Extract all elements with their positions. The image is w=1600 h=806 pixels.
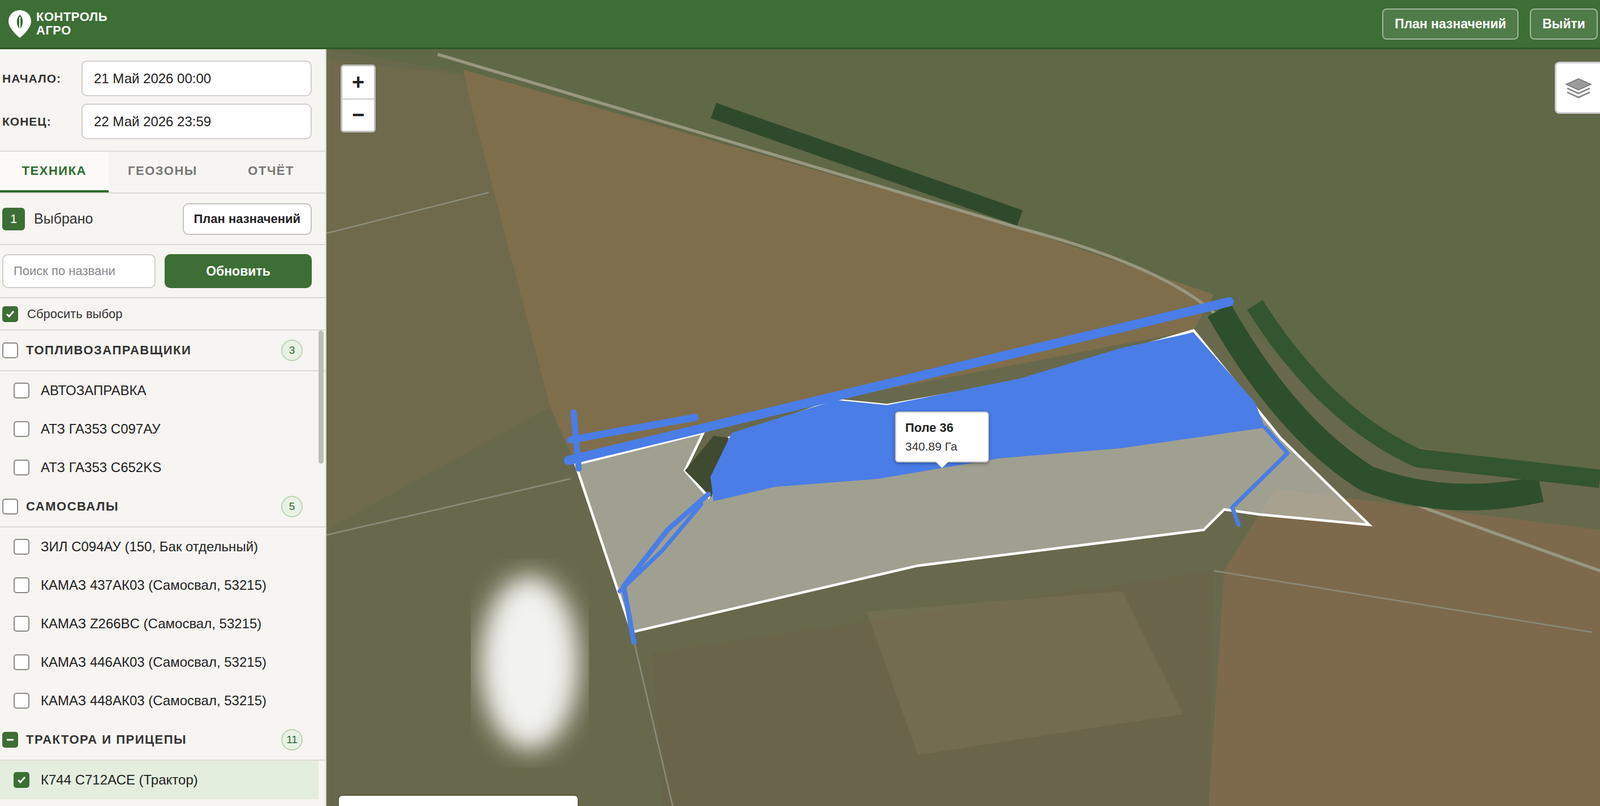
- group-count: 5: [281, 495, 303, 518]
- map[interactable]: +− Поле 36 340.89 Га: [326, 49, 1600, 806]
- group-name: ТОПЛИВОЗАПРАВЩИКИ: [26, 342, 192, 358]
- group-header[interactable]: ТРАКТОРА И ПРИЦЕПЫ 11: [0, 719, 326, 761]
- tooltip-area: 340.89 Га: [905, 439, 979, 454]
- vehicle-name: КАМАЗ Z266BC (Самосвал, 53215): [40, 615, 262, 632]
- group-count: 11: [281, 728, 303, 751]
- group-name: ТРАКТОРА И ПРИЦЕПЫ: [26, 732, 187, 747]
- logo-text: КОНТРОЛЬАГРО: [36, 10, 108, 38]
- tabs: ТЕХНИКАГЕОЗОНЫОТЧЁТ: [0, 150, 326, 194]
- vehicle-checkbox[interactable]: [13, 420, 30, 437]
- check-icon: [4, 308, 16, 320]
- selected-count: 1: [2, 207, 25, 231]
- vehicle-checkbox[interactable]: [13, 654, 30, 670]
- vehicle-checkbox[interactable]: [13, 692, 30, 709]
- reset-checkbox[interactable]: [2, 306, 19, 322]
- group-header[interactable]: ТОПЛИВОЗАПРАВЩИКИ 3: [0, 330, 326, 372]
- vehicle-checkbox[interactable]: [13, 382, 30, 399]
- vehicle-checkbox[interactable]: [13, 615, 30, 632]
- logo-icon: [5, 7, 34, 40]
- date-label: НАЧАЛО:: [2, 71, 82, 86]
- refresh-button[interactable]: Обновить: [164, 254, 312, 288]
- field-tooltip: Поле 36 340.89 Га: [895, 411, 989, 463]
- scrollbar-thumb[interactable]: [318, 330, 324, 464]
- header-button[interactable]: Выйти: [1529, 8, 1598, 40]
- tab[interactable]: ОТЧЁТ: [216, 151, 326, 193]
- date-row: КОНЕЦ:22 Май 2026 23:59: [2, 103, 312, 140]
- zoom-button[interactable]: −: [342, 98, 374, 131]
- date-row: НАЧАЛО:21 Май 2026 00:00: [2, 60, 312, 97]
- tooltip-title: Поле 36: [905, 420, 979, 436]
- app: КОНТРОЛЬАГРОПлан назначенийВыйтиНАЧАЛО:2…: [0, 0, 1600, 806]
- vehicle-checkbox[interactable]: [13, 577, 30, 593]
- date-label: КОНЕЦ:: [2, 114, 82, 129]
- group-checkbox[interactable]: [2, 731, 19, 748]
- vehicle-item[interactable]: АТЗ ГА353 С652KS: [0, 448, 319, 487]
- vehicle-name: АТЗ ГА353 С097АУ: [40, 420, 161, 437]
- tab[interactable]: ГЕОЗОНЫ: [108, 151, 218, 193]
- tab[interactable]: ТЕХНИКА: [0, 151, 109, 193]
- vehicle-item[interactable]: К744 С712АСЕ (Трактор): [0, 760, 319, 799]
- group-name: САМОСВАЛЫ: [26, 499, 119, 514]
- sidebar: НАЧАЛО:21 Май 2026 00:00 КОНЕЦ:22 Май 202…: [0, 49, 327, 806]
- vehicle-group: ТРАКТОРА И ПРИЦЕПЫ 11 К744 С712АСЕ (Тракто…: [0, 719, 326, 799]
- vehicle-name: ЗИЛ С094АУ (150, Бак отдельный): [40, 538, 258, 555]
- dash-icon: [4, 733, 16, 746]
- vehicle-item[interactable]: АВТОЗАПРАВКА: [0, 371, 319, 410]
- vehicle-checkbox[interactable]: [13, 459, 30, 476]
- layers-icon: [1563, 72, 1594, 103]
- zoom-button[interactable]: +: [342, 66, 374, 99]
- date-field[interactable]: 22 Май 2026 23:59: [81, 103, 312, 140]
- main: НАЧАЛО:21 Май 2026 00:00 КОНЕЦ:22 Май 202…: [0, 49, 1600, 806]
- date-field[interactable]: 21 Май 2026 00:00: [81, 60, 312, 97]
- layers-button[interactable]: [1554, 61, 1600, 114]
- vehicle-item[interactable]: АТЗ ГА353 С097АУ: [0, 409, 319, 449]
- vehicle-list: ТОПЛИВОЗАПРАВЩИКИ 3 АВТОЗАПРАВКА АТЗ ГА353 …: [0, 330, 326, 806]
- vehicle-item[interactable]: КАМАЗ Z266BC (Самосвал, 53215): [0, 604, 319, 643]
- group-checkbox[interactable]: [2, 498, 19, 515]
- group-count: 3: [281, 339, 303, 361]
- zoom-control: +−: [340, 64, 376, 133]
- vehicle-name: КАМАЗ 446АК03 (Самосвал, 53215): [40, 654, 267, 670]
- bottom-panel: [338, 795, 578, 806]
- logo[interactable]: КОНТРОЛЬАГРО: [5, 7, 108, 40]
- vehicle-name: КАМАЗ 437АК03 (Самосвал, 53215): [40, 577, 267, 593]
- plan-button[interactable]: План назначений: [182, 203, 312, 235]
- vehicle-item[interactable]: ЗИЛ С094АУ (150, Бак отдельный): [0, 527, 319, 566]
- search-input[interactable]: [2, 254, 156, 288]
- logo-line: КОНТРОЛЬ: [36, 10, 108, 24]
- group-header[interactable]: САМОСВАЛЫ 5: [0, 486, 326, 528]
- vehicle-name: АТЗ ГА353 С652KS: [40, 459, 162, 476]
- vehicle-name: КАМАЗ 448АК03 (Самосвал, 53215): [40, 692, 267, 709]
- reset-row[interactable]: Сбросить выбор: [0, 298, 326, 331]
- vehicle-item[interactable]: КАМАЗ 446АК03 (Самосвал, 53215): [0, 642, 319, 682]
- header-button[interactable]: План назначений: [1382, 8, 1519, 40]
- selection-row: 1 Выбрано План назначений: [0, 193, 326, 245]
- vehicle-checkbox[interactable]: [13, 538, 30, 555]
- vehicle-group: ТОПЛИВОЗАПРАВЩИКИ 3 АВТОЗАПРАВКА АТЗ ГА353 …: [0, 330, 326, 487]
- vehicle-name: К744 С712АСЕ (Трактор): [40, 771, 199, 788]
- top-bar: КОНТРОЛЬАГРО План назначений Выйти: [0, 0, 1600, 50]
- search-row: Обновить: [0, 244, 326, 299]
- vehicle-item[interactable]: КАМАЗ 448АК03 (Самосвал, 53215): [0, 681, 319, 720]
- vehicle-group: САМОСВАЛЫ 5 ЗИЛ С094АУ (150, Бак отдельный…: [0, 486, 326, 720]
- vehicle-checkbox[interactable]: [13, 771, 30, 788]
- logo-line: АГРО: [36, 23, 108, 38]
- selected-label: Выбрано: [33, 210, 93, 227]
- vehicle-name: АВТОЗАПРАВКА: [40, 382, 147, 399]
- check-icon: [15, 773, 28, 786]
- period: НАЧАЛО:21 Май 2026 00:00 КОНЕЦ:22 Май 202…: [0, 49, 326, 151]
- group-checkbox[interactable]: [2, 342, 19, 359]
- vehicle-item[interactable]: КАМАЗ 437АК03 (Самосвал, 53215): [0, 565, 319, 605]
- reset-label: Сбросить выбор: [27, 306, 123, 322]
